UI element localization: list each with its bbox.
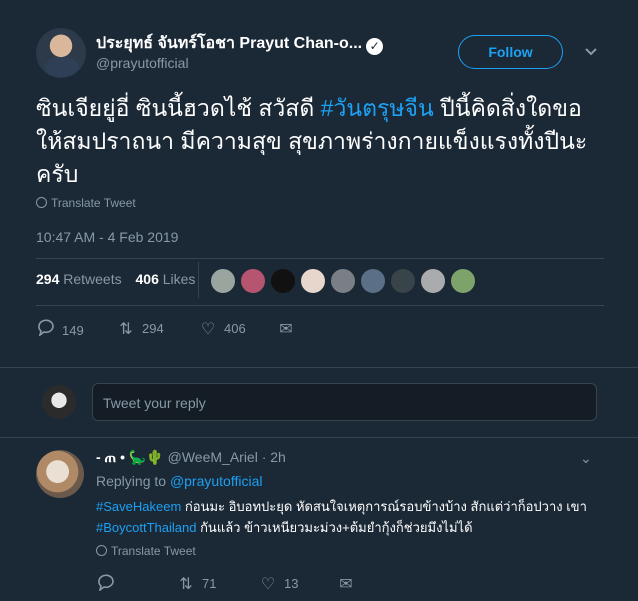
reply-author-name[interactable]: - ጠ • 🦕🌵 [96,449,164,465]
divider [36,305,604,306]
reply-author-handle[interactable]: @WeeM_Ariel [168,449,258,465]
tweet-card: ประยุทธ์ จันทร์โอชา Prayut Chan-o... ✓ @p… [0,0,638,601]
envelope-icon: ✉ [279,321,293,338]
liker-avatar[interactable] [330,268,356,294]
liker-avatar[interactable] [450,268,476,294]
reply-text: #SaveHakeem ก่อนมะ อิบอทปะยุด หัดสนใจเหต… [96,499,587,535]
tweet-stats: 294 Retweets 406 Likes [36,271,195,287]
liker-avatar[interactable] [390,268,416,294]
likes-stat[interactable]: 406 Likes [136,271,196,287]
author-handle[interactable]: @prayutofficial [96,55,189,71]
divider [0,437,638,438]
current-user-avatar [42,385,76,419]
reply-button[interactable]: 149 [36,318,84,340]
like-button[interactable]: ♡ 406 [198,318,246,340]
reply-header: - ጠ • 🦕🌵 @WeeM_Ariel · 2h [96,449,286,466]
retweets-stat[interactable]: 294 Retweets [36,271,122,287]
liker-avatar[interactable] [420,268,446,294]
hashtag-link[interactable]: #วันตรุษจีน [321,95,434,121]
hashtag-link[interactable]: #SaveHakeem [96,499,181,514]
translate-tweet-link[interactable]: Translate Tweet [36,196,136,210]
tweet-text: ซินเจียยู่อี่ ซินนี้ฮวดไช้ สวัสดี #วันตร… [36,95,588,187]
liker-avatar[interactable] [240,268,266,294]
retweet-icon: ⇅ [179,576,193,593]
globe-icon [96,545,107,556]
reply-button[interactable] [96,573,122,595]
globe-icon [36,197,47,208]
heart-icon: ♡ [200,321,216,338]
direct-message-button[interactable]: ✉ [336,573,362,595]
tweet-header: ประยุทธ์ จันทร์โอชา Prayut Chan-o... ✓ @p… [36,28,626,88]
liker-avatar[interactable] [210,268,236,294]
retweet-icon: ⇅ [119,321,133,338]
author-avatar[interactable] [36,28,86,78]
tweet-timestamp[interactable]: 10:47 AM - 4 Feb 2019 [36,229,178,245]
liker-avatar[interactable] [300,268,326,294]
direct-message-button[interactable]: ✉ [276,318,302,340]
envelope-icon: ✉ [339,576,353,593]
replying-to-handle-link[interactable]: @prayutofficial [170,473,263,489]
retweet-button[interactable]: ⇅ 294 [116,318,163,340]
author-name[interactable]: ประยุทธ์ จันทร์โอชา Prayut Chan-o... ✓ [96,31,384,56]
reply-icon [98,574,114,591]
replying-to: Replying to @prayutofficial [96,473,263,489]
liker-avatar[interactable] [360,268,386,294]
chevron-down-icon[interactable] [582,42,600,60]
reply-icon [38,319,54,336]
translate-tweet-link[interactable]: Translate Tweet [96,544,196,558]
divider [36,258,604,259]
heart-icon: ♡ [260,576,276,593]
verified-badge-icon: ✓ [366,38,384,55]
hashtag-link[interactable]: #BoycottThailand [96,520,196,535]
reply-actions: ⇅ 71 ♡ 13 ✉ [96,573,396,595]
divider [198,262,199,298]
divider [0,367,638,368]
chevron-down-icon[interactable]: ⌄ [580,450,592,467]
retweet-button[interactable]: ⇅ 71 [176,573,216,595]
reply-author-avatar[interactable] [36,450,84,498]
like-button[interactable]: ♡ 13 [258,573,299,595]
liker-avatar[interactable] [270,268,296,294]
reply-input[interactable]: Tweet your reply [92,383,597,421]
tweet-actions: 149 ⇅ 294 ♡ 406 ✉ [36,318,336,340]
follow-button[interactable]: Follow [458,35,563,69]
reply-time[interactable]: · 2h [262,449,286,465]
